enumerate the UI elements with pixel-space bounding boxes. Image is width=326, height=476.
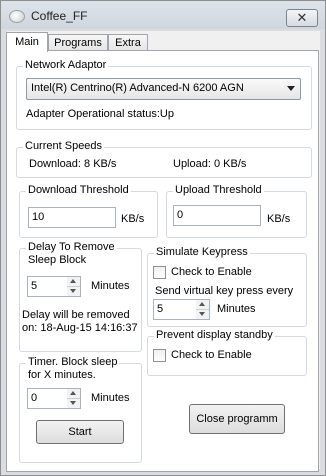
- prevent-standby-checkbox[interactable]: [153, 349, 166, 362]
- delay-input[interactable]: 5: [27, 276, 68, 297]
- download-threshold-input[interactable]: 10: [28, 207, 116, 228]
- tab-main[interactable]: Main: [6, 32, 48, 52]
- close-button[interactable]: ✕: [286, 9, 318, 27]
- network-adaptor-title: Network Adaptor: [23, 59, 109, 71]
- close-program-button[interactable]: Close programm: [189, 404, 285, 434]
- adapter-status: Adapter Operational status:Up: [26, 108, 174, 120]
- keypress-interval-spinner[interactable]: [196, 299, 210, 320]
- start-button[interactable]: Start: [36, 420, 124, 444]
- timer-input[interactable]: 0: [27, 388, 68, 409]
- delay-spinner[interactable]: [67, 276, 81, 297]
- timer-title-line2: for X minutes.: [28, 369, 96, 381]
- chevron-down-icon: [287, 86, 295, 91]
- delay-info-line1: Delay will be removed: [22, 309, 130, 321]
- main-tab-panel: Network Adaptor Intel(R) Centrino(R) Adv…: [6, 50, 319, 472]
- timer-group: Timer. Block sleep for X minutes.: [19, 356, 142, 463]
- simulate-keypress-title: Simulate Keypress: [154, 246, 250, 258]
- delay-info-line2: on: 18-Aug-15 14:16:37: [22, 322, 138, 334]
- download-threshold-value: 10: [32, 211, 45, 223]
- spin-up-icon[interactable]: [67, 277, 80, 287]
- tab-extra[interactable]: Extra: [108, 34, 148, 51]
- prevent-standby-title: Prevent display standby: [154, 329, 275, 341]
- delay-value: 5: [31, 280, 38, 292]
- spin-down-icon[interactable]: [67, 399, 80, 408]
- download-threshold-unit: KB/s: [121, 213, 145, 225]
- window-title: Coffee_FF: [31, 9, 88, 23]
- delay-unit: Minutes: [91, 280, 130, 292]
- upload-speed: Upload: 0 KB/s: [173, 158, 247, 170]
- delay-group: Delay To Remove Sleep Block: [19, 241, 142, 352]
- current-speeds-title: Current Speeds: [23, 140, 105, 152]
- spin-down-icon[interactable]: [196, 310, 209, 319]
- simulate-check-label: Check to Enable: [171, 266, 252, 278]
- timer-spinner[interactable]: [67, 388, 81, 409]
- keypress-interval-value: 5: [157, 303, 164, 315]
- upload-threshold-input[interactable]: 0: [173, 205, 261, 226]
- title-bar: Coffee_FF ✕: [1, 1, 325, 29]
- spin-down-icon[interactable]: [67, 287, 80, 296]
- network-adaptor-select[interactable]: Intel(R) Centrino(R) Advanced-N 6200 AGN: [26, 78, 301, 100]
- upload-threshold-title: Upload Threshold: [173, 184, 264, 196]
- upload-threshold-unit: KB/s: [267, 213, 291, 225]
- timer-unit: Minutes: [91, 392, 130, 404]
- upload-threshold-value: 0: [177, 209, 184, 221]
- keypress-interval-input[interactable]: 5: [153, 299, 197, 320]
- spin-up-icon[interactable]: [67, 389, 80, 399]
- tab-programs[interactable]: Programs: [48, 34, 108, 51]
- delay-title: Delay To Remove Sleep Block: [26, 241, 117, 267]
- keypress-interval-unit: Minutes: [217, 303, 256, 315]
- delay-title-line2: Sleep Block: [28, 254, 87, 266]
- timer-title: Timer. Block sleep for X minutes.: [26, 356, 120, 382]
- app-icon: [9, 10, 25, 23]
- prevent-check-label: Check to Enable: [171, 349, 252, 361]
- simulate-keypress-checkbox[interactable]: [153, 266, 166, 279]
- send-key-label: Send virtual key press every: [155, 285, 294, 297]
- spin-up-icon[interactable]: [196, 300, 209, 310]
- download-threshold-title: Download Threshold: [26, 184, 131, 196]
- delay-title-line1: Delay To Remove: [28, 241, 115, 253]
- timer-value: 0: [31, 392, 38, 404]
- timer-title-line1: Timer. Block sleep: [28, 356, 118, 368]
- network-adaptor-value: Intel(R) Centrino(R) Advanced-N 6200 AGN: [31, 82, 244, 94]
- download-speed: Download: 8 KB/s: [29, 158, 117, 170]
